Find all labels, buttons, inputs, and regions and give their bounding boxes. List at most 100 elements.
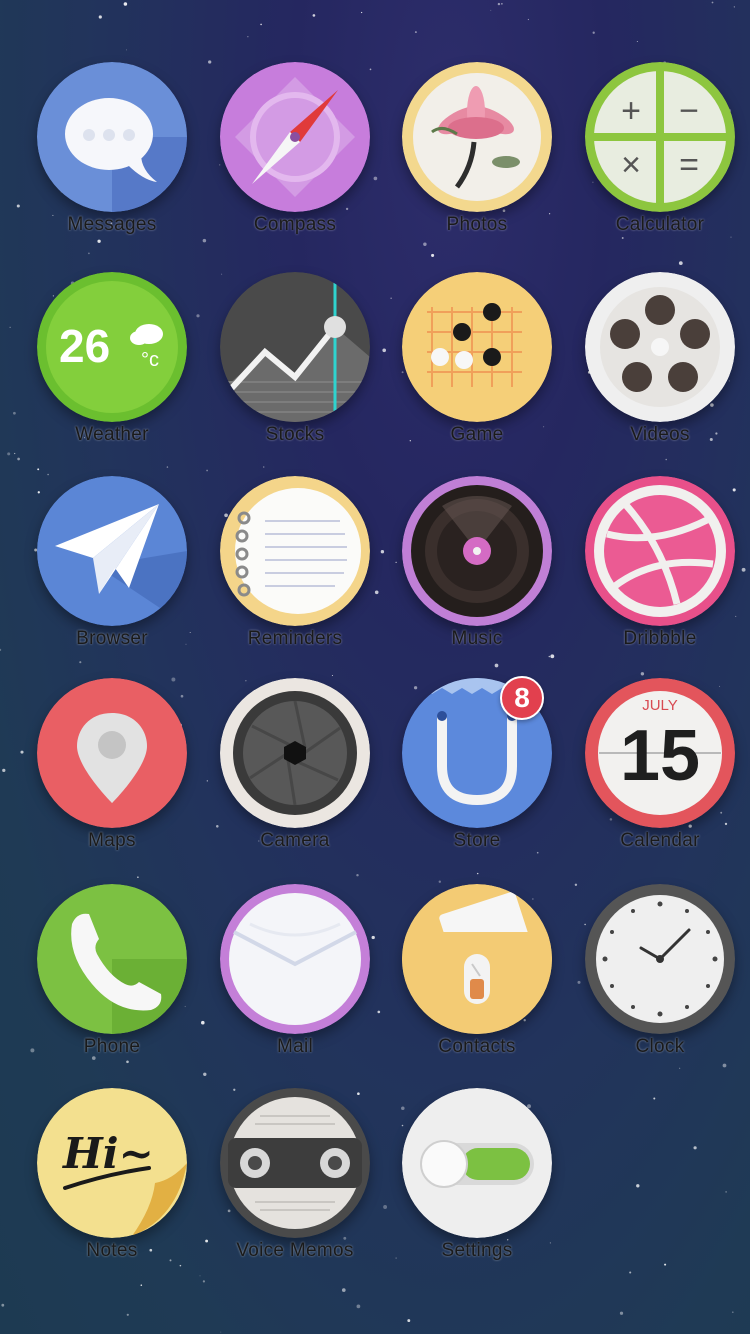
paper-plane-icon: [37, 476, 187, 626]
app-reminders[interactable]: Reminders: [205, 476, 385, 676]
game-board-icon: [402, 272, 552, 422]
star: [414, 31, 417, 34]
calc-key-plus: +: [621, 92, 641, 130]
app-photos[interactable]: Photos: [387, 62, 567, 262]
calc-key-multiply: ×: [621, 146, 641, 184]
app-game[interactable]: Game: [387, 272, 567, 472]
weather-temperature: 26: [59, 320, 110, 372]
app-clock[interactable]: Clock: [570, 884, 750, 1084]
star: [123, 2, 128, 6]
star: [1, 1303, 5, 1307]
app-label: Messages: [67, 214, 157, 235]
star: [711, 1, 714, 4]
star: [592, 31, 595, 34]
star: [664, 1263, 667, 1266]
app-label: Clock: [635, 1036, 685, 1057]
calendar-day: 15: [620, 716, 700, 796]
camera-aperture-icon: [220, 678, 370, 828]
star: [356, 1304, 361, 1309]
calc-key-equals: =: [679, 146, 699, 184]
app-label: Compass: [253, 214, 337, 235]
star: [7, 452, 11, 456]
compass-icon: [220, 62, 370, 212]
app-label: Game: [450, 424, 504, 445]
app-music[interactable]: Music: [387, 476, 567, 676]
star: [2, 768, 6, 773]
phone-handset-icon: [37, 884, 187, 1034]
notebook-icon: [220, 476, 370, 626]
app-stocks[interactable]: Stocks: [205, 272, 385, 472]
app-label: Notes: [86, 1240, 138, 1261]
app-notes[interactable]: Hi~ Notes: [22, 1088, 202, 1288]
app-label: Contacts: [438, 1036, 516, 1057]
app-calculator[interactable]: + − × = Calculator: [570, 62, 750, 262]
app-store[interactable]: 8 Store: [387, 676, 567, 878]
app-dribbble[interactable]: Dribbble: [570, 476, 750, 676]
star: [501, 3, 503, 5]
star: [725, 1191, 727, 1193]
app-label: Calculator: [615, 214, 705, 235]
sticky-note-icon: Hi~: [37, 1088, 187, 1238]
app-compass[interactable]: Compass: [205, 62, 385, 262]
star: [341, 1288, 346, 1292]
app-label: Settings: [441, 1240, 513, 1261]
app-messages[interactable]: Messages: [22, 62, 202, 262]
star: [490, 9, 492, 11]
star: [619, 1311, 624, 1315]
star: [126, 1313, 129, 1316]
star: [125, 49, 128, 51]
app-browser[interactable]: Browser: [22, 476, 202, 676]
cassette-tape-icon: [220, 1088, 370, 1238]
app-label: Maps: [88, 830, 136, 851]
star: [693, 1146, 697, 1150]
app-label: Reminders: [247, 628, 343, 649]
app-label: Camera: [260, 830, 330, 851]
star: [13, 411, 16, 415]
app-settings[interactable]: Settings: [387, 1088, 567, 1288]
app-maps[interactable]: Maps: [22, 678, 202, 878]
stocks-icon: [220, 272, 370, 422]
film-reel-icon: [585, 272, 735, 422]
star: [360, 11, 363, 14]
weather-icon: 26 °c: [37, 272, 187, 422]
star: [17, 457, 20, 461]
calendar-month: JULY: [642, 697, 678, 714]
star: [312, 14, 316, 17]
star: [527, 18, 530, 21]
app-videos[interactable]: Videos: [570, 272, 750, 472]
app-label: Voice Memos: [236, 1240, 354, 1261]
notification-badge: 8: [500, 676, 544, 720]
photos-icon: [402, 62, 552, 212]
app-label: Dribbble: [623, 628, 697, 649]
app-label: Store: [453, 830, 501, 851]
app-label: Videos: [630, 424, 690, 445]
app-voice-memos[interactable]: Voice Memos: [205, 1088, 385, 1288]
app-camera[interactable]: Camera: [205, 678, 385, 878]
star: [0, 648, 2, 652]
calculator-icon: + − × =: [585, 62, 735, 212]
app-contacts[interactable]: Contacts: [387, 884, 567, 1084]
star: [9, 326, 11, 328]
star: [16, 204, 20, 208]
star: [733, 6, 735, 8]
star: [636, 1184, 640, 1188]
app-label: Calendar: [620, 830, 700, 851]
star: [247, 36, 249, 38]
star: [629, 1271, 632, 1274]
app-phone[interactable]: Phone: [22, 884, 202, 1084]
wallet-card-icon: [402, 884, 552, 1034]
app-weather[interactable]: 26 °c Weather: [22, 272, 202, 472]
app-mail[interactable]: Mail: [205, 884, 385, 1084]
star: [497, 2, 501, 6]
app-calendar[interactable]: JULY 15 Calendar: [570, 678, 750, 878]
star: [636, 41, 638, 43]
star: [653, 1097, 656, 1100]
app-label: Browser: [76, 628, 148, 649]
star: [220, 1331, 222, 1333]
app-label: Photos: [446, 214, 508, 235]
star: [438, 880, 441, 883]
app-label: Mail: [276, 1036, 314, 1057]
star: [731, 1311, 734, 1314]
app-label: Phone: [83, 1036, 141, 1057]
calc-key-minus: −: [679, 92, 699, 130]
